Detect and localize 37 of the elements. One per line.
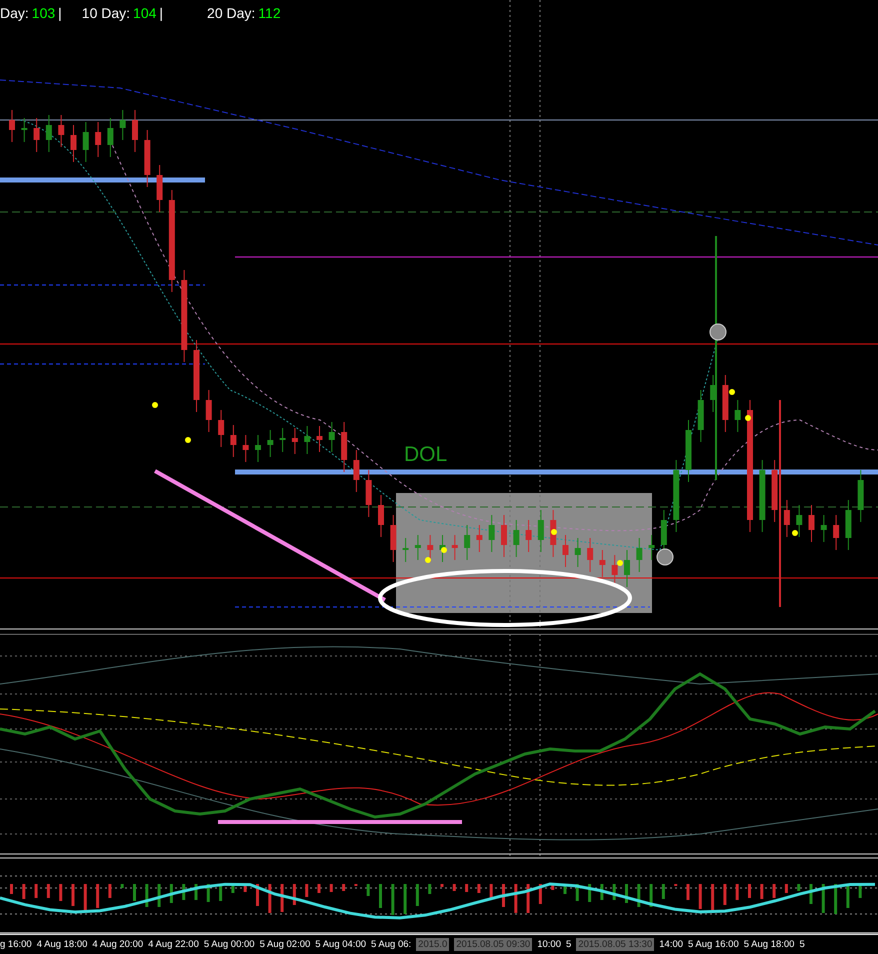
time-label: 4 Aug 20:00 [92, 938, 144, 950]
stat-label: Day: [0, 5, 29, 21]
time-label: 10:00 [537, 938, 561, 950]
stat-value: 103 [32, 5, 56, 21]
signal-marker [710, 324, 726, 340]
signal-dot [152, 402, 158, 408]
level-annotation: DOL [404, 443, 448, 467]
time-label: 5 Aug 02:00 [260, 938, 310, 950]
signal-dot [441, 547, 447, 553]
time-label: 5 Aug 00:00 [204, 938, 255, 950]
signal-dot [425, 557, 431, 563]
signal-dot [551, 529, 557, 535]
time-label: 2015.08.05 13:30 [576, 938, 654, 950]
time-label: 14:00 [659, 938, 684, 950]
signal-dot [729, 389, 735, 395]
signal-dot [745, 415, 751, 421]
time-label: 5 Aug 16:00 [688, 938, 739, 950]
time-label: 4 Aug 18:00 [36, 938, 88, 950]
time-label: 5 [566, 938, 572, 950]
time-label: 4 Aug 22:00 [148, 938, 199, 950]
time-label: 2015.08.05 09:30 [454, 938, 532, 950]
time-label: 5 Aug 04:00 [315, 938, 366, 950]
time-label: g 16:00 [0, 938, 32, 950]
stat-separator: | [159, 5, 164, 21]
signal-dot [792, 530, 798, 536]
signal-dot [617, 560, 623, 566]
stat-label: 20 Day: [207, 5, 256, 21]
stat-value: 112 [258, 5, 281, 21]
stat-separator: | [58, 5, 62, 21]
time-label: 5 Aug 18:00 [744, 938, 794, 950]
time-label: 5 [799, 938, 805, 950]
stat-value: 104 [133, 5, 156, 21]
signal-dot [185, 437, 191, 443]
time-label: 5 Aug 06: [371, 938, 412, 950]
stat-label: 10 Day: [82, 5, 130, 21]
signal-marker [656, 548, 674, 566]
time-label: 2015.0 [416, 938, 450, 950]
